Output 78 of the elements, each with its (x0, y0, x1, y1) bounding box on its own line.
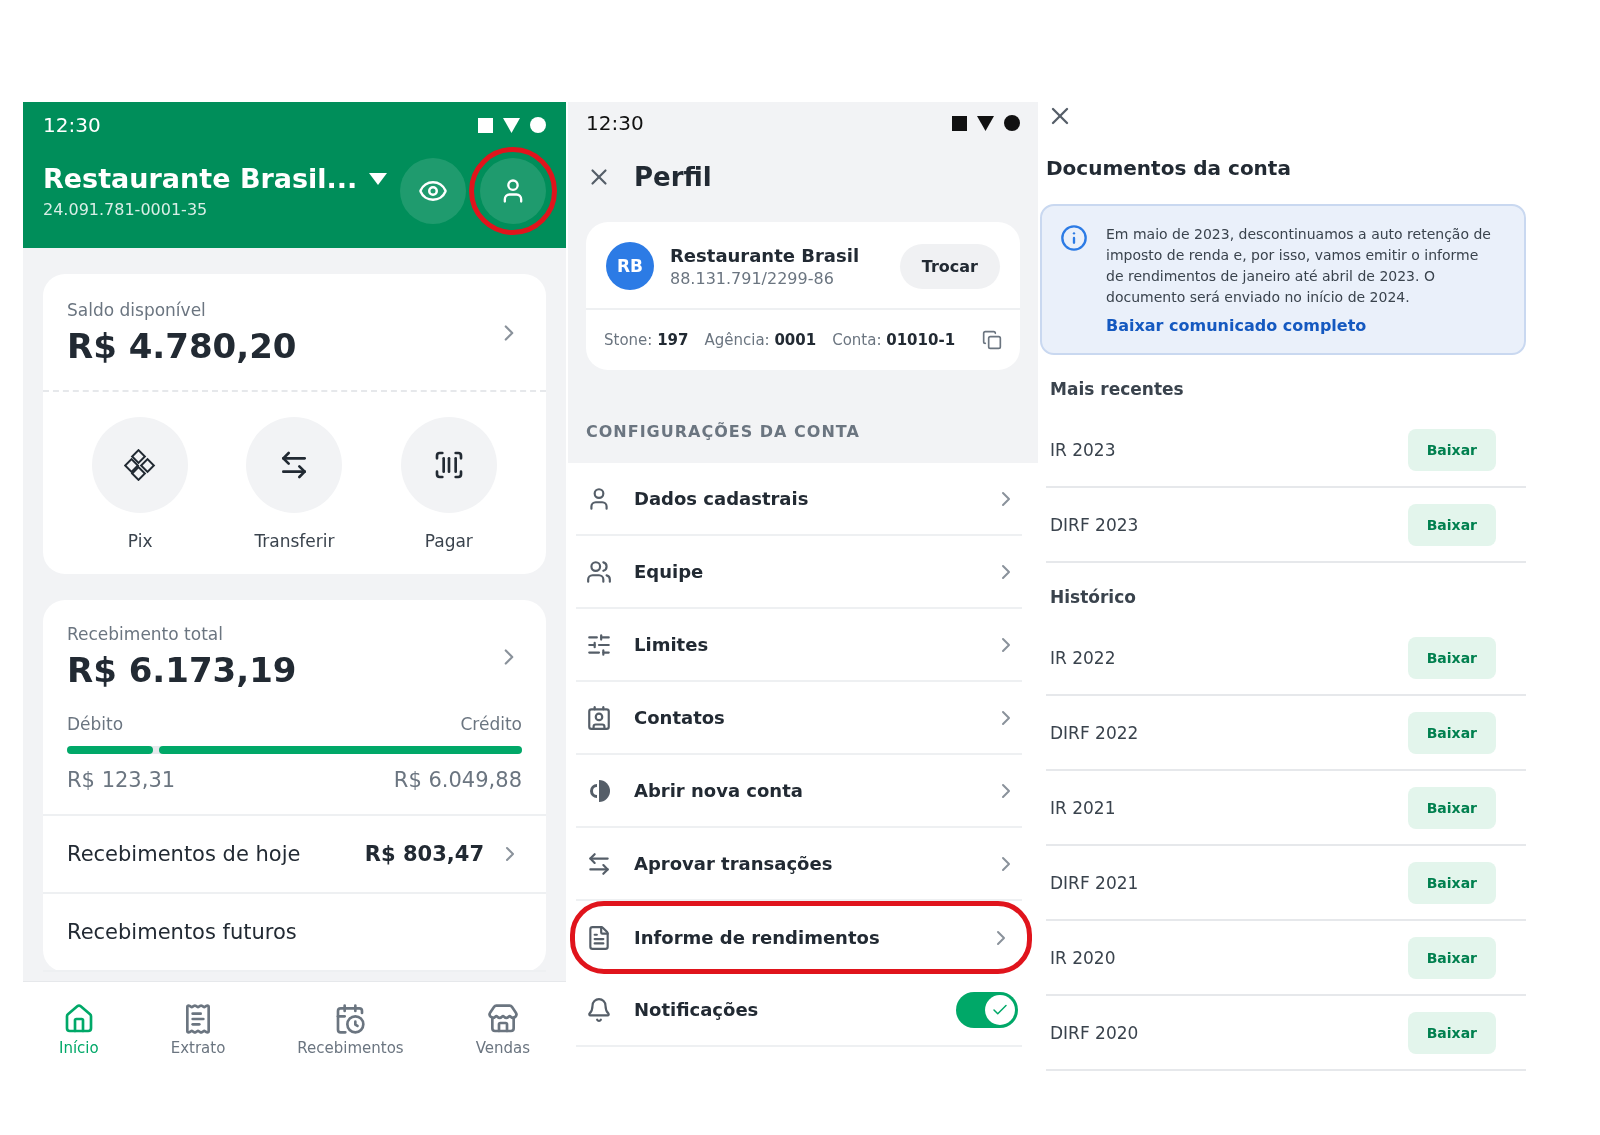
receipts-row-label[interactable]: Recebimentos futuros (67, 920, 297, 944)
contact-card-icon (586, 704, 612, 731)
diamond-pattern-icon (124, 449, 157, 481)
bell-icon (586, 996, 612, 1023)
download-button[interactable]: Baixar (1407, 861, 1496, 904)
nav-tab[interactable]: Recebimentos (291, 1002, 410, 1058)
download-button[interactable]: Baixar (1407, 503, 1496, 546)
document-name: DIRF 2021 (1050, 872, 1139, 893)
square-icon (952, 115, 967, 131)
action-label: Pix (127, 531, 153, 551)
triangle-icon (503, 117, 520, 133)
debit-amount: R$ 123,31 (67, 768, 176, 792)
notice-text: Em maio de 2023, descontinuamos a auto retenção de imposto de renda e, por isso, vamos emitir o informe de rendimentos de janeiro até abril de 2023. O documento será enviado no início de 2024. (1106, 225, 1492, 307)
avatar: RB (606, 242, 654, 290)
page-title: Perfil (634, 162, 712, 192)
square-icon (478, 117, 493, 133)
balance-amount: R$ 4.780,20 (67, 326, 297, 366)
document-name: IR 2020 (1050, 947, 1116, 968)
document-name: DIRF 2020 (1050, 1022, 1139, 1043)
account-detail: Conta: 01010-1 (832, 331, 956, 349)
settings-item[interactable]: Abrir nova conta (576, 755, 1022, 828)
settings-item[interactable]: Notificações (576, 974, 1022, 1047)
toggle-switch[interactable] (956, 991, 1018, 1028)
download-link[interactable]: Baixar comunicado completo (1106, 316, 1367, 335)
switch-button[interactable]: Trocar (899, 243, 1000, 289)
receipts-row-value: R$ 803,47 (364, 842, 484, 866)
store-icon (486, 1003, 519, 1035)
copy-icon[interactable] (982, 330, 1002, 350)
nav-tab[interactable]: Extrato (164, 1002, 232, 1058)
document-icon (586, 924, 612, 951)
download-button[interactable]: Baixar (1407, 786, 1496, 829)
calendar-icon (334, 1003, 367, 1035)
action-label: Transferir (254, 531, 335, 551)
circle-icon (1004, 115, 1020, 131)
receipts-label: Recebimento total (67, 624, 224, 644)
triangle-icon (977, 115, 994, 131)
section-title: CONFIGURAÇÕES DA CONTA (586, 422, 861, 441)
document-name: DIRF 2023 (1050, 514, 1139, 535)
dropdown-triangle-icon[interactable] (369, 172, 388, 185)
download-button[interactable]: Baixar (1407, 428, 1496, 471)
group-title: Histórico (1050, 587, 1137, 607)
download-button[interactable]: Baixar (1407, 936, 1496, 979)
account-name: Restaurante Brasil (670, 244, 860, 266)
nav-tab[interactable]: Vendas (469, 1002, 536, 1058)
settings-item[interactable]: Contatos (576, 682, 1022, 755)
status-time: 12:30 (586, 111, 644, 135)
people-icon (586, 558, 612, 585)
document-name: IR 2021 (1050, 797, 1116, 818)
settings-item[interactable]: Aprovar transações (576, 828, 1022, 901)
receipts-amount: R$ 6.173,19 (67, 650, 297, 690)
info-icon (1060, 224, 1088, 252)
action-label: Pagar (424, 531, 473, 551)
business-document: 24.091.781-0001-35 (43, 200, 209, 219)
page-title: Documentos da conta (1046, 156, 1292, 180)
credit-amount: R$ 6.049,88 (393, 768, 522, 792)
credit-label: Crédito (460, 714, 522, 734)
settings-item[interactable]: Dados cadastrais (576, 463, 1022, 536)
account-detail: Stone: 197 (604, 331, 689, 349)
circle-icon (530, 117, 546, 133)
document-name: IR 2023 (1050, 439, 1116, 460)
download-button[interactable]: Baixar (1407, 1011, 1496, 1054)
download-button[interactable]: Baixar (1407, 636, 1496, 679)
debit-label: Débito (67, 714, 124, 734)
receipts-row-label[interactable]: Recebimentos de hoje (67, 842, 301, 866)
account-document: 88.131.791/2299-86 (670, 268, 835, 288)
download-button[interactable]: Baixar (1407, 711, 1496, 754)
document-name: DIRF 2022 (1050, 722, 1139, 743)
document-name: IR 2022 (1050, 647, 1116, 668)
group-title: Mais recentes (1050, 379, 1185, 399)
balance-label: Saldo disponível (67, 300, 207, 320)
business-name[interactable]: Restaurante Brasil... (43, 163, 358, 194)
sliders-icon (586, 631, 612, 658)
account-detail: Agência: 0001 (704, 331, 817, 349)
settings-item[interactable]: Limites (576, 609, 1022, 682)
status-time: 12:30 (43, 113, 101, 137)
settings-item[interactable]: Equipe (576, 536, 1022, 609)
two-arrows-icon (586, 850, 612, 877)
settings-item[interactable]: Informe de rendimentos (570, 901, 1032, 974)
